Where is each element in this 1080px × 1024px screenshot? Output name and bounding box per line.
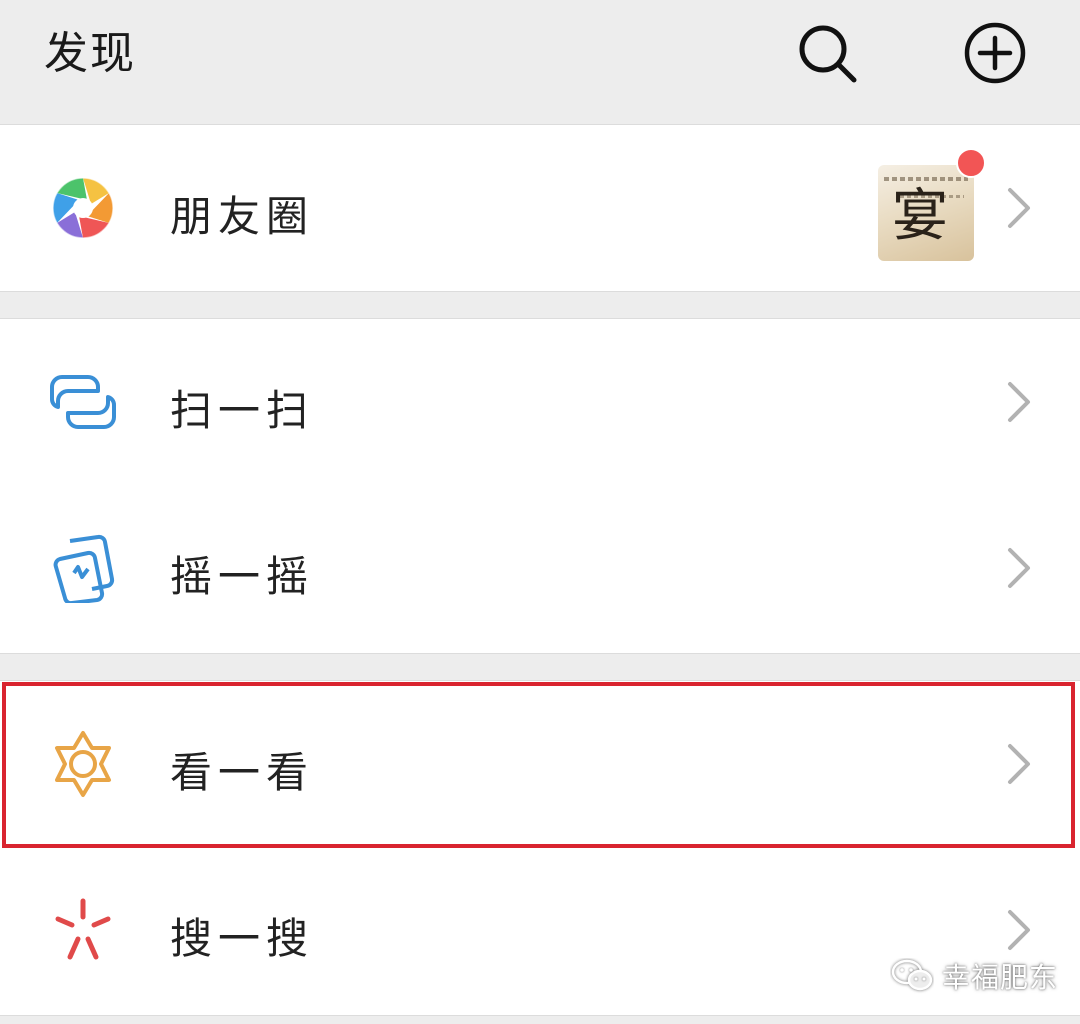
plus-circle-icon [964, 22, 1026, 84]
new-moments-badge [956, 148, 986, 178]
chevron-right-icon [1008, 910, 1030, 950]
chevron-right-icon [1008, 188, 1030, 228]
watermark: 幸福肥东 [890, 954, 1058, 998]
moments-label: 朋友圈 [170, 192, 315, 241]
chevron-right-icon [1008, 382, 1030, 422]
moments-latest-thumbnail: 宴 [878, 165, 974, 261]
top-stories-star-icon [55, 731, 111, 797]
chevron-right-icon [1008, 744, 1030, 784]
search-sparkle-icon [55, 898, 111, 960]
add-button[interactable] [962, 20, 1028, 86]
watermark-text: 幸福肥东 [942, 961, 1059, 994]
shake-label: 摇一摇 [170, 552, 315, 601]
row-scan[interactable]: 扫一扫 [0, 319, 1080, 485]
search-button[interactable] [794, 20, 860, 86]
row-moments[interactable]: 朋友圈 宴 [0, 125, 1080, 291]
shake-phone-icon [53, 534, 115, 603]
group-moments: 朋友圈 宴 [0, 124, 1080, 292]
group-scan-shake: 扫一扫 摇一摇 [0, 318, 1080, 654]
page-title: 发现 [44, 28, 136, 79]
scan-label: 扫一扫 [170, 386, 315, 435]
row-shake[interactable]: 摇一摇 [0, 485, 1080, 652]
discover-page: 发现 朋友圈 宴 扫一扫 摇一摇 看一看 搜一搜 幸福肥东 [0, 0, 1080, 1024]
search-label: 搜一搜 [170, 914, 315, 963]
scan-icon [50, 375, 116, 429]
search-icon [799, 25, 857, 83]
wechat-icon [891, 959, 933, 991]
top-bar: 发现 [0, 0, 1080, 122]
row-top-stories[interactable]: 看一看 [0, 681, 1080, 847]
chevron-right-icon [1008, 548, 1030, 588]
moments-aperture-icon [52, 177, 114, 239]
top-stories-label: 看一看 [170, 748, 315, 797]
